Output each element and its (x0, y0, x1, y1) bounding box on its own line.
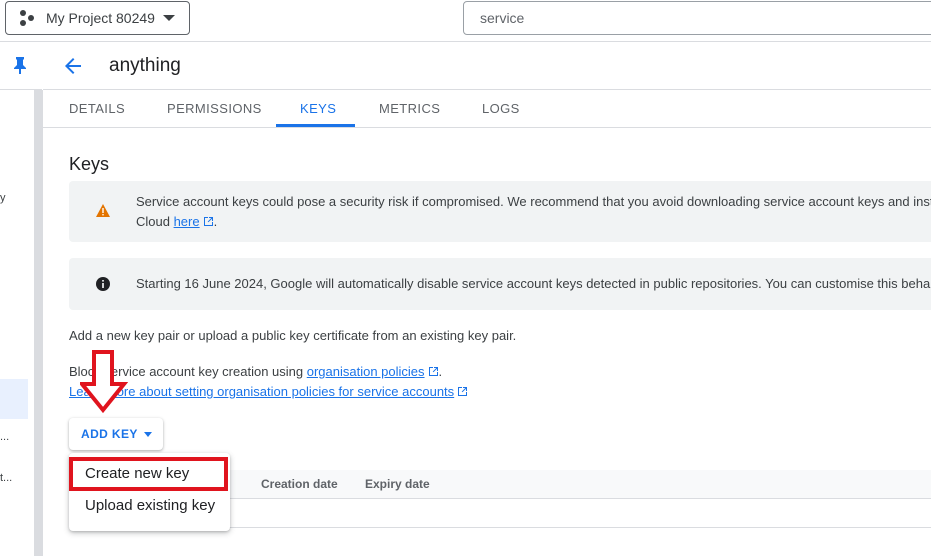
tab-logs[interactable]: LOGS (482, 101, 520, 116)
tab-metrics[interactable]: METRICS (379, 101, 440, 116)
column-header-expiry-date[interactable]: Expiry date (365, 477, 430, 491)
header-divider (43, 89, 931, 90)
project-nodes-icon (20, 10, 34, 26)
warning-text-prefix: Cloud (136, 214, 174, 229)
pin-icon[interactable] (12, 56, 28, 74)
menu-item-upload-existing-key[interactable]: Upload existing key (85, 497, 215, 514)
learn-more-row: Learn more about setting organisation po… (69, 384, 468, 399)
add-key-label: ADD KEY (81, 427, 138, 441)
add-key-button[interactable]: ADD KEY (69, 418, 163, 450)
warning-text-line2: Cloud here. (136, 212, 217, 232)
tabs-divider (43, 127, 931, 128)
warning-text-suffix: . (213, 214, 218, 229)
warning-text-line1: Service account keys could pose a securi… (136, 194, 931, 209)
external-link-icon (458, 387, 468, 396)
search-input[interactable] (463, 1, 931, 35)
info-text: Starting 16 June 2024, Google will autom… (136, 276, 931, 291)
tab-details[interactable]: DETAILS (69, 101, 125, 116)
external-link-icon (428, 367, 438, 376)
rail-item-fragment[interactable]: t... (0, 472, 12, 484)
project-name: My Project 80249 (46, 10, 155, 26)
block-policy-suffix: . (438, 364, 443, 379)
organisation-policies-link[interactable]: organisation policies (307, 364, 425, 379)
annotation-arrow (80, 350, 128, 414)
rail-item-active[interactable] (0, 379, 28, 419)
page-title: anything (109, 55, 181, 76)
keys-description: Add a new key pair or upload a public ke… (69, 328, 517, 343)
sidebar-scrollbar[interactable] (34, 90, 43, 556)
tab-keys[interactable]: KEYS (300, 101, 336, 116)
chevron-down-icon (163, 15, 175, 21)
section-title: Keys (69, 154, 110, 174)
warning-here-link[interactable]: here (174, 214, 200, 229)
annotation-highlight-box (69, 457, 228, 491)
rail-item-fragment[interactable]: y (0, 192, 6, 204)
info-circle-icon (96, 277, 110, 291)
column-header-creation-date[interactable]: Creation date (261, 477, 338, 491)
tab-permissions[interactable]: PERMISSIONS (167, 101, 262, 116)
warning-triangle-icon (96, 204, 110, 217)
project-selector-button[interactable]: My Project 80249 (5, 1, 190, 35)
rail-item-fragment[interactable]: ... (0, 431, 9, 443)
arrow-back-icon[interactable] (62, 55, 84, 77)
external-link-icon (203, 217, 213, 226)
dropdown-arrow-icon (143, 431, 152, 437)
